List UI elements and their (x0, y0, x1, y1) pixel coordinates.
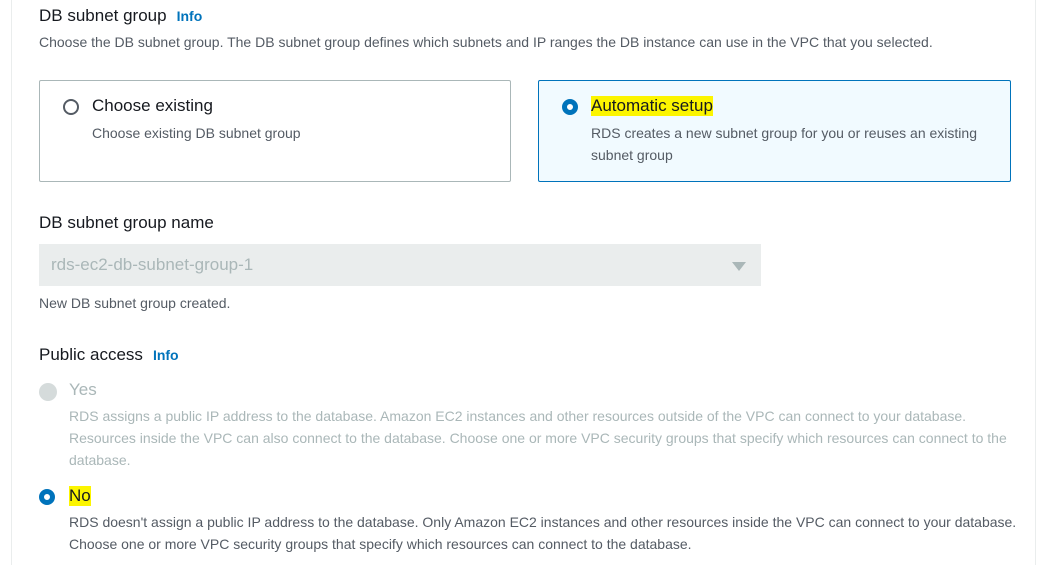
automatic-setup-radio[interactable] (562, 99, 578, 115)
subnet-group-description: Choose the DB subnet group. The DB subne… (39, 34, 933, 50)
choose-existing-title: Choose existing (92, 96, 213, 115)
public-access-no-radio[interactable] (39, 489, 55, 505)
choose-existing-tile[interactable]: Choose existing Choose existing DB subne… (39, 80, 511, 182)
automatic-setup-tile[interactable]: Automatic setup RDS creates a new subnet… (538, 80, 1011, 182)
public-access-no-description: RDS doesn't assign a public IP address t… (69, 514, 1017, 552)
subnet-group-header: DB subnet group Info (39, 6, 202, 26)
subnet-group-name-value: rds-ec2-db-subnet-group-1 (51, 255, 254, 274)
subnet-group-name-label: DB subnet group name (39, 213, 214, 232)
automatic-setup-title: Automatic setup (591, 96, 713, 116)
subnet-group-name-helper: New DB subnet group created. (39, 295, 231, 311)
caret-down-icon (732, 262, 746, 271)
choose-existing-radio[interactable] (63, 99, 79, 115)
subnet-group-name-select[interactable]: rds-ec2-db-subnet-group-1 (39, 244, 761, 286)
public-access-info-link[interactable]: Info (153, 347, 179, 363)
choose-existing-description: Choose existing DB subnet group (92, 125, 301, 141)
public-access-yes-title: Yes (69, 380, 97, 399)
public-access-header: Public access Info (39, 345, 179, 365)
automatic-setup-description: RDS creates a new subnet group for you o… (591, 125, 977, 163)
public-access-label: Public access (39, 345, 143, 364)
public-access-yes-description: RDS assigns a public IP address to the d… (69, 408, 1007, 468)
subnet-group-info-link[interactable]: Info (177, 8, 203, 24)
public-access-no-title: No (69, 486, 91, 506)
subnet-group-label: DB subnet group (39, 6, 167, 25)
public-access-yes-radio[interactable] (39, 383, 57, 401)
